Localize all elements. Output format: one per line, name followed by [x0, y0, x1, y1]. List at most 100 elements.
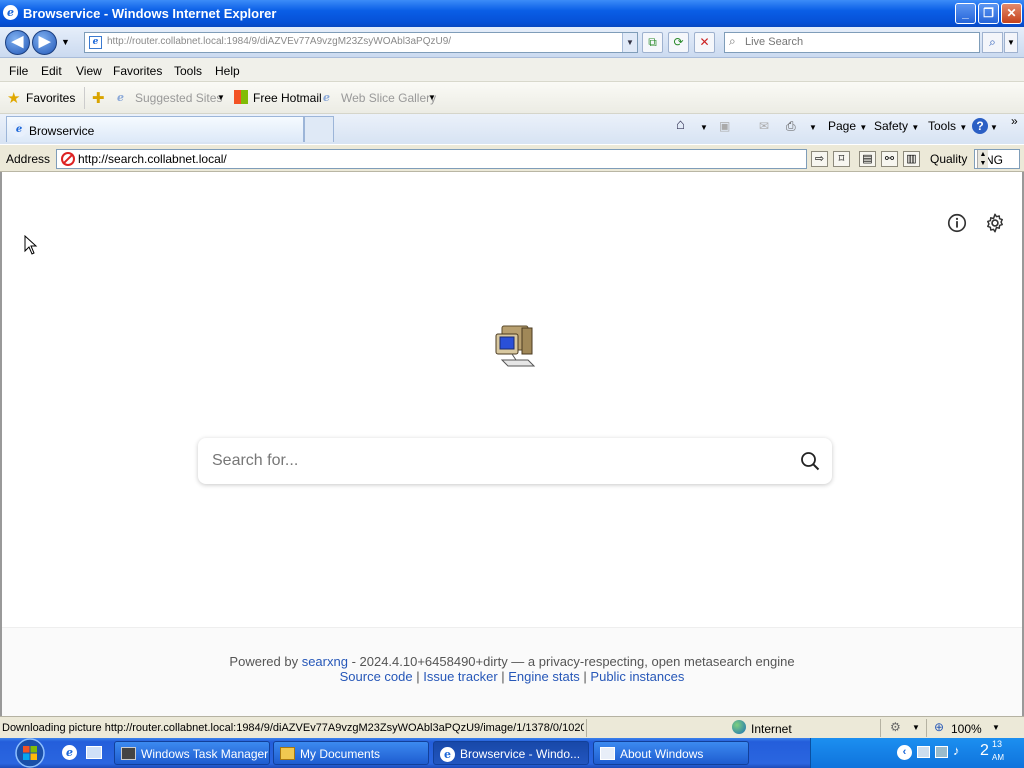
zone-label: Internet [751, 722, 792, 736]
separator: | [412, 669, 424, 684]
menu-help[interactable]: Help [215, 64, 240, 78]
stop-button[interactable]: ✕ [694, 32, 715, 53]
windows-flag-icon [234, 90, 248, 104]
search-box[interactable] [198, 438, 832, 484]
divider [880, 719, 881, 737]
help-dropdown-icon[interactable]: ▼ [990, 123, 998, 132]
zoom-level[interactable]: 100% [951, 722, 982, 736]
compatibility-view-icon[interactable]: ⧉ [642, 32, 663, 53]
new-tab-button[interactable] [304, 116, 334, 142]
live-search-button[interactable]: ⌕ [982, 32, 1003, 53]
back-button[interactable]: ◀ [5, 30, 30, 55]
safety-menu[interactable]: Safety ▼ [874, 119, 919, 133]
show-desktop-icon[interactable] [86, 746, 102, 759]
info-icon[interactable] [946, 212, 968, 234]
tray-monitor-icon[interactable] [917, 746, 930, 758]
url-field[interactable]: e http://router.collabnet.local:1984/9/d… [84, 32, 638, 53]
search-input[interactable] [212, 450, 782, 472]
menu-tools[interactable]: Tools [174, 64, 202, 78]
zoom-icon: ⊕ [934, 720, 945, 734]
safety-menu-label: Safety [874, 119, 909, 133]
issue-tracker-link[interactable]: Issue tracker [423, 669, 497, 684]
taskbar-label: Windows Task Manager [141, 747, 269, 761]
binoculars-icon[interactable]: ⚯ [881, 151, 898, 167]
recent-pages-dropdown-icon[interactable]: ▼ [61, 37, 70, 47]
taskbar-about-windows[interactable]: About Windows [593, 741, 749, 765]
address-input[interactable] [78, 152, 798, 166]
tools-menu[interactable]: Tools ▼ [928, 119, 967, 133]
suggested-sites-icon: e [117, 91, 124, 104]
add-favorite-icon[interactable]: ✚ [92, 89, 105, 107]
feeds-icon[interactable]: ▣ [719, 119, 730, 133]
protected-mode-icon[interactable]: ⚙ [890, 720, 901, 734]
menu-file[interactable]: File [9, 64, 28, 78]
window-icon [600, 747, 615, 760]
suggested-sites-link[interactable]: Suggested Sites [135, 91, 222, 105]
public-instances-link[interactable]: Public instances [590, 669, 684, 684]
forward-button[interactable]: ▶ [32, 30, 57, 55]
menu-edit[interactable]: Edit [41, 64, 62, 78]
zoom-dropdown-icon[interactable]: ▼ [992, 723, 1000, 732]
taskbar: e Windows Task Manager My Documents e Bro… [0, 738, 1024, 768]
help-icon[interactable]: ? [972, 118, 988, 134]
menu-favorites[interactable]: Favorites [113, 64, 162, 78]
live-search-input[interactable] [745, 36, 975, 48]
menu-view[interactable]: View [76, 64, 102, 78]
source-code-link[interactable]: Source code [340, 669, 413, 684]
favorites-button[interactable]: Favorites [26, 91, 75, 105]
favorites-star-icon: ★ [7, 90, 21, 107]
settings-gear-icon[interactable] [984, 212, 1006, 234]
close-window-button[interactable]: ✕ [1001, 3, 1022, 24]
web-slice-icon: e [323, 91, 330, 104]
taskbar-my-documents[interactable]: My Documents [273, 741, 429, 765]
tab-label: Browservice [29, 124, 95, 138]
insecure-icon [61, 152, 75, 166]
browservice-toolbar: Address ⇨ ⌑ ▤ ⚯ ▥ Quality PNG ▲▼ [0, 144, 1024, 172]
bookmark-icon[interactable]: ⌑ [833, 151, 850, 167]
powered-by-text: Powered by [229, 654, 299, 669]
home-icon[interactable]: ⌂ [676, 116, 685, 133]
menu-bar: File Edit View Favorites Tools Help [0, 58, 1024, 82]
url-dropdown-icon[interactable]: ▼ [622, 33, 637, 52]
clipboard-icon[interactable]: ▥ [903, 151, 920, 167]
find-icon[interactable]: ▤ [859, 151, 876, 167]
live-search-field[interactable]: ⌕ [724, 32, 980, 53]
search-icon[interactable] [800, 451, 820, 471]
print-icon[interactable]: ⎙ [786, 119, 796, 134]
folder-icon [280, 747, 295, 760]
tab-ie-icon: e [12, 123, 26, 137]
taskbar-browservice[interactable]: e Browservice - Windo... [433, 741, 589, 765]
version-text: - 2024.4.10+6458490+dirty — a privacy-re… [347, 654, 795, 669]
refresh-button[interactable]: ⟳ [668, 32, 689, 53]
chevron-more-icon[interactable]: » [1011, 114, 1018, 128]
protected-mode-dropdown-icon[interactable]: ▼ [912, 723, 920, 732]
quality-selector[interactable]: PNG ▲ ▼ [974, 149, 1020, 169]
home-dropdown-icon[interactable]: ▼ [700, 123, 708, 132]
tray-volume-icon[interactable]: ♪ [953, 743, 960, 758]
start-button[interactable] [4, 738, 50, 768]
window-titlebar[interactable]: e Browservice - Windows Internet Explore… [0, 0, 1024, 27]
quicklaunch-ie-icon[interactable]: e [62, 745, 77, 760]
web-slice-dropdown-icon[interactable]: ▼ [428, 93, 436, 102]
web-slice-gallery-link[interactable]: Web Slice Gallery [341, 91, 436, 105]
suggested-sites-dropdown-icon[interactable]: ▼ [217, 93, 225, 102]
address-field[interactable] [56, 149, 807, 169]
searxng-link[interactable]: searxng [302, 654, 348, 669]
restore-button[interactable]: ❐ [978, 3, 999, 24]
taskbar-task-manager[interactable]: Windows Task Manager [114, 741, 270, 765]
page-menu[interactable]: Page ▼ [828, 119, 867, 133]
tray-network-icon[interactable] [935, 746, 948, 758]
engine-stats-link[interactable]: Engine stats [508, 669, 580, 684]
url-text: http://router.collabnet.local:1984/9/diA… [107, 36, 452, 47]
search-options-dropdown-icon[interactable]: ▼ [1004, 32, 1018, 53]
tray-collapse-icon[interactable]: ‹ [897, 745, 912, 760]
quality-spinner-icon[interactable]: ▲ ▼ [977, 150, 988, 168]
window-title: Browservice - Windows Internet Explorer [23, 6, 277, 21]
minimize-button[interactable]: _ [955, 3, 976, 24]
go-arrow-icon[interactable]: ⇨ [811, 151, 828, 167]
tab-browservice[interactable]: e Browservice [6, 116, 304, 142]
clock[interactable]: 2 13 AM [980, 739, 1004, 762]
print-dropdown-icon[interactable]: ▼ [809, 123, 817, 132]
read-mail-icon[interactable]: ✉ [759, 119, 769, 133]
free-hotmail-link[interactable]: Free Hotmail [253, 91, 322, 105]
